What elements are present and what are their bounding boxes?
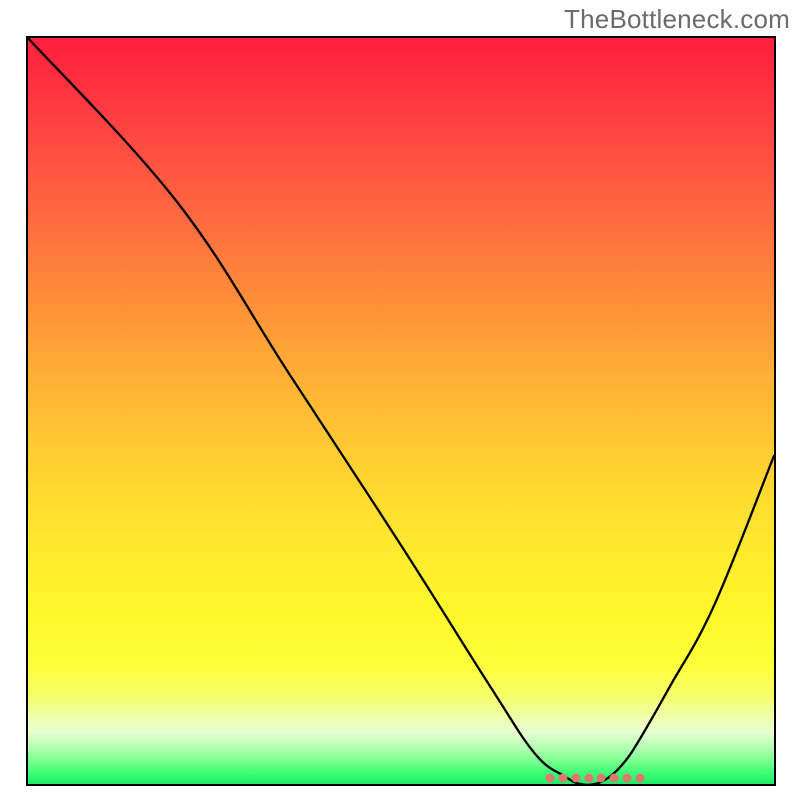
chart-stage: TheBottleneck.com bbox=[0, 0, 800, 800]
minimum-dot bbox=[546, 774, 555, 783]
minimum-dot bbox=[558, 774, 567, 783]
minimum-dot bbox=[610, 774, 619, 783]
minimum-marker-dots bbox=[28, 38, 774, 784]
minimum-dot bbox=[622, 774, 631, 783]
minimum-dot bbox=[571, 774, 580, 783]
minimum-dot bbox=[635, 774, 644, 783]
watermark-text: TheBottleneck.com bbox=[564, 4, 790, 35]
plot-area bbox=[26, 36, 776, 786]
minimum-dot bbox=[597, 774, 606, 783]
minimum-dot bbox=[584, 774, 593, 783]
